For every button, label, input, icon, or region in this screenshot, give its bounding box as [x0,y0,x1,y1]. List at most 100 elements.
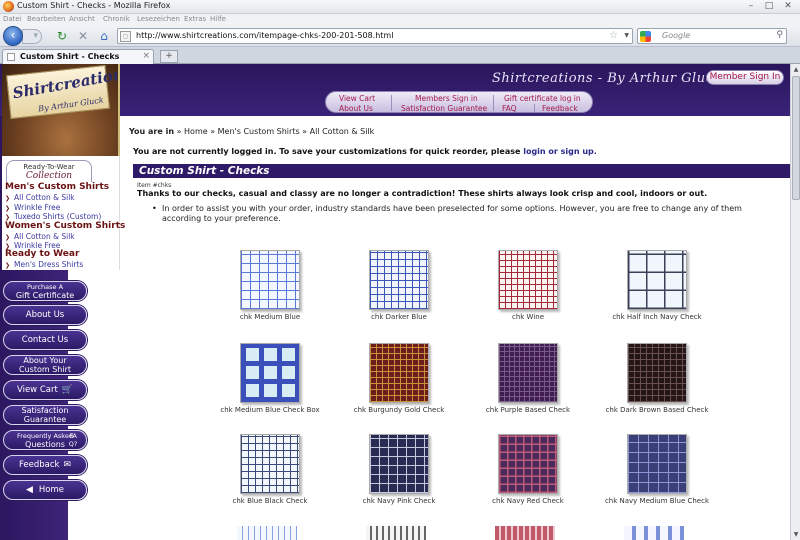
product-item[interactable]: chk Half Inch Navy Check [592,250,722,321]
feedback-button[interactable]: Feedback ✉ [3,455,87,475]
view-cart-button[interactable]: View Cart 🛒 [3,380,87,400]
fabric-swatch[interactable] [627,343,687,403]
close-tab-icon[interactable]: × [142,51,150,61]
product-item[interactable]: chk Dark Brown Based Check [592,343,722,414]
sidebar-heading-womens[interactable]: Women's Custom Shirts [5,221,125,231]
sidebar-link-label[interactable]: All Cotton & Silk [14,232,75,241]
satisfaction-guarantee-button[interactable]: Satisfaction Guarantee [3,405,87,425]
menu-lesezeichen[interactable]: Lesezeichen [137,15,180,23]
sidebar-link-label[interactable]: Tuxedo Shirts (Custom) [14,212,101,221]
sidebar-heading-mens[interactable]: Men's Custom Shirts [5,182,109,192]
sidebar-link-label[interactable]: All Cotton & Silk [14,193,75,202]
site-identity-icon[interactable]: ◻ [120,31,131,42]
login-signup-link[interactable]: login or sign up. [523,147,597,156]
topmenu-satisfaction-guarantee[interactable]: Satisfaction Guarantee [401,104,487,113]
fabric-swatch[interactable] [627,250,687,310]
topmenu-faq[interactable]: FAQ [502,104,517,113]
product-item[interactable]: chk Navy Medium Blue Check [592,434,722,505]
breadcrumb-mens-custom-shirts[interactable]: Men's Custom Shirts [218,127,300,136]
product-item[interactable]: chk Medium Blue [205,250,335,321]
back-button[interactable]: ‹ [3,26,23,46]
fabric-swatch[interactable] [369,343,429,403]
tab-custom-shirt-checks[interactable]: Custom Shirt - Checks × [2,49,154,64]
menu-bearbeiten[interactable]: Bearbeiten [27,15,65,23]
sidebar-link-tuxedo-shirts[interactable]: ❯ Tuxedo Shirts (Custom) [5,212,101,221]
reload-icon[interactable]: ↻ [54,28,70,44]
topmenu-view-cart[interactable]: View Cart [339,94,375,103]
home-button[interactable]: ◀ Home [3,480,87,500]
product-label[interactable]: chk Dark Brown Based Check [592,406,722,414]
google-engine-icon[interactable] [640,31,651,42]
member-sign-in-button[interactable]: Member Sign In [706,70,784,85]
sidebar-link-womens-cotton-silk[interactable]: ❯ All Cotton & Silk [5,232,75,241]
swatch-partial[interactable] [366,526,426,540]
fabric-swatch[interactable] [498,434,558,494]
maximize-button[interactable]: □ [762,1,776,12]
swatch-partial[interactable] [495,526,555,540]
bookmark-star-icon[interactable]: ☆ [609,30,618,41]
stop-icon[interactable]: ✕ [75,28,91,44]
topmenu-gift-certificate-log-in[interactable]: Gift certificate log in [504,94,581,103]
fabric-swatch[interactable] [498,343,558,403]
menu-hilfe[interactable]: Hilfe [210,15,226,23]
fabric-swatch[interactable] [369,250,429,310]
vertical-scrollbar[interactable]: ▲ ▼ [790,64,800,540]
url-text[interactable]: http://www.shirtcreations.com/itempage-c… [136,31,393,40]
menu-datei[interactable]: Datei [3,15,22,23]
product-item[interactable]: chk Medium Blue Check Box [205,343,335,414]
url-bar[interactable]: ◻ http://www.shirtcreations.com/itempage… [117,28,633,44]
url-dropdown-icon[interactable]: ▼ [624,32,629,39]
search-icon[interactable]: ⚲ [776,30,783,40]
search-placeholder[interactable]: Google [662,31,690,40]
product-item[interactable]: chk Blue Black Check [205,434,335,505]
new-tab-button[interactable]: + [160,50,178,63]
fabric-swatch[interactable] [369,434,429,494]
product-label[interactable]: chk Burgundy Gold Check [334,406,464,414]
product-item[interactable]: chk Navy Pink Check [334,434,464,505]
topmenu-about-us[interactable]: About Us [339,104,373,113]
sidebar-link-mens-wrinkle-free[interactable]: ❯ Wrinkle Free [5,203,60,212]
swatch-partial[interactable] [237,526,297,540]
gift-certificate-button[interactable]: Purchase A Gift Certificate [3,281,87,301]
swatch-partial[interactable] [624,526,684,540]
product-item[interactable]: chk Purple Based Check [463,343,593,414]
sidebar-link-label[interactable]: Wrinkle Free [14,203,60,212]
product-item[interactable]: chk Darker Blue [334,250,464,321]
topmenu-members-sign-in[interactable]: Members Sign in [415,94,478,103]
fabric-swatch[interactable] [240,434,300,494]
menu-extras[interactable]: Extras [184,15,206,23]
sidebar-link-mens-dress-shirts[interactable]: ❯ Men's Dress Shirts [5,260,83,269]
topmenu-feedback[interactable]: Feedback [542,104,578,113]
product-label[interactable]: chk Navy Pink Check [334,497,464,505]
scroll-thumb[interactable] [792,76,800,200]
minimize-button[interactable]: – [744,1,758,12]
breadcrumb-home[interactable]: Home [184,127,208,136]
about-us-button[interactable]: About Us [3,305,87,325]
product-item[interactable]: chk Burgundy Gold Check [334,343,464,414]
sidebar-link-label[interactable]: Men's Dress Shirts [14,260,83,269]
scroll-down-icon[interactable]: ▼ [792,530,800,539]
menu-chronik[interactable]: Chronik [103,15,130,23]
site-logo[interactable]: Shirtcreations By Arthur Gluck [2,64,120,164]
sidebar-link-mens-cotton-silk[interactable]: ❯ All Cotton & Silk [5,193,75,202]
faq-button[interactable]: Frequently Asked Questions FA Q? [3,430,87,450]
product-label[interactable]: chk Wine [463,313,593,321]
search-box[interactable]: Google ⚲ [637,28,787,44]
fabric-swatch[interactable] [627,434,687,494]
product-item[interactable]: chk Wine [463,250,593,321]
product-label[interactable]: chk Medium Blue [205,313,335,321]
scroll-up-icon[interactable]: ▲ [792,65,800,74]
product-label[interactable]: chk Blue Black Check [205,497,335,505]
product-label[interactable]: chk Purple Based Check [463,406,593,414]
fabric-swatch[interactable] [240,250,300,310]
breadcrumb-all-cotton-silk[interactable]: All Cotton & Silk [310,127,375,136]
product-label[interactable]: chk Half Inch Navy Check [592,313,722,321]
product-label[interactable]: chk Darker Blue [334,313,464,321]
menu-ansicht[interactable]: Ansicht [69,15,95,23]
product-label[interactable]: chk Navy Red Check [463,497,593,505]
product-item[interactable]: chk Navy Red Check [463,434,593,505]
forward-button[interactable]: ▾ [22,29,42,44]
product-label[interactable]: chk Navy Medium Blue Check [592,497,722,505]
fabric-swatch[interactable] [498,250,558,310]
product-label[interactable]: chk Medium Blue Check Box [205,406,335,414]
